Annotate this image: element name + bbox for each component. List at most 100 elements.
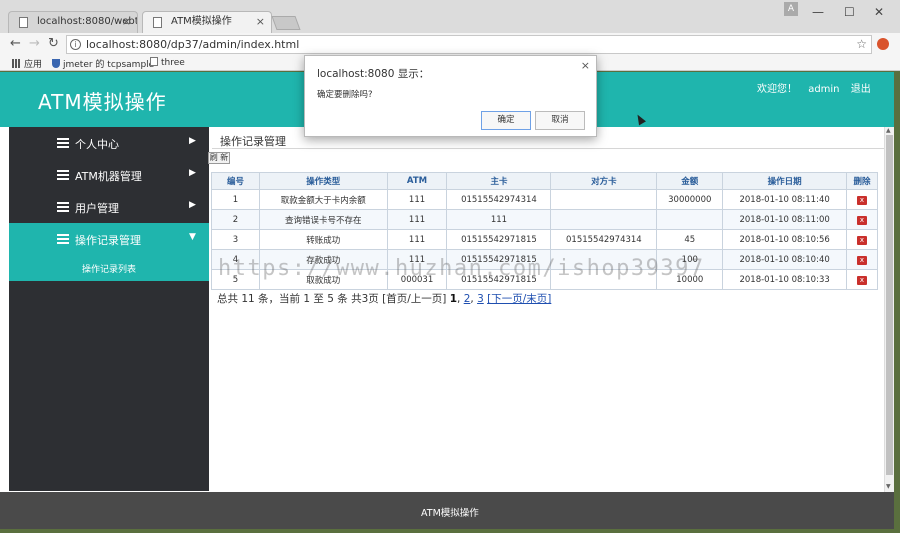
cell-id: 1 <box>211 189 260 210</box>
bookmark-apps[interactable]: 应用 <box>12 57 42 70</box>
cell-delete: x <box>846 229 878 250</box>
submenu-label: 操作记录列表 <box>82 265 137 275</box>
cell-main-card: 01515542971815 <box>446 229 552 250</box>
delete-icon[interactable]: x <box>857 235 867 245</box>
cell-main-card: 01515542974314 <box>446 189 552 210</box>
shield-icon <box>52 59 60 68</box>
cell-other-card: 01515542974314 <box>550 229 658 250</box>
cell-id: 3 <box>211 229 260 250</box>
cell-amount: 45 <box>656 229 724 250</box>
maximize-icon[interactable]: ☐ <box>844 5 855 19</box>
pagination-next[interactable]: [下一页/末页] <box>487 293 551 305</box>
sidebar-item-label: ATM机器管理 <box>75 170 142 183</box>
minimize-icon[interactable]: — <box>812 5 824 19</box>
sidebar-item-operation-records[interactable]: 操作记录管理 ▼ <box>9 223 209 255</box>
cell-delete: x <box>846 269 878 290</box>
tab-webtop[interactable]: localhost:8080/webto × <box>8 11 138 33</box>
address-bar[interactable]: i localhost:8080/dp37/admin/index.html ☆ <box>66 35 872 54</box>
stack-icon <box>57 234 69 244</box>
cell-amount <box>656 209 724 230</box>
column-header: 操作类型 <box>258 172 388 190</box>
cell-delete: x <box>846 189 878 210</box>
page-scrollbar[interactable]: ▲ ▼ <box>884 127 894 492</box>
welcome-text: 欢迎您！ <box>757 84 797 95</box>
page-icon <box>150 57 158 66</box>
column-header: 金额 <box>656 172 724 190</box>
sidebar-item-personal-center[interactable]: 个人中心 ▶ <box>9 127 209 159</box>
forward-icon[interactable]: → <box>29 36 40 51</box>
column-header: 删除 <box>846 172 878 190</box>
sidebar-item-label: 操作记录管理 <box>75 234 141 247</box>
scroll-up-icon[interactable]: ▲ <box>886 127 891 134</box>
url-text: localhost:8080/dp37/admin/index.html <box>86 38 300 51</box>
confirm-dialog: localhost:8080 显示： × 确定要删除吗? 确定 取消 <box>304 55 597 137</box>
column-header: ATM <box>386 172 448 190</box>
cell-other-card <box>550 189 658 210</box>
cell-date: 2018-01-10 08:11:40 <box>722 189 848 210</box>
cell-type: 取款金额大于卡内余额 <box>258 189 388 210</box>
scrollbar-thumb[interactable] <box>886 135 893 475</box>
page-icon <box>19 17 28 28</box>
reload-icon[interactable]: ↻ <box>48 36 59 51</box>
pagination-page-2[interactable]: 2 <box>464 293 471 305</box>
ok-button[interactable]: 确定 <box>481 111 531 130</box>
cell-amount: 30000000 <box>656 189 724 210</box>
cancel-button[interactable]: 取消 <box>535 111 585 130</box>
sidebar: 个人中心 ▶ ATM机器管理 ▶ 用户管理 ▶ 操作记录管理 ▼ 操作记录列表 <box>9 127 209 491</box>
pagination: 总共 11 条，当前 1 至 5 条 共3页 [首页/上一页] 1, 2, 3 … <box>217 293 552 305</box>
extension-icon[interactable] <box>877 38 889 50</box>
info-icon[interactable]: i <box>70 39 81 50</box>
back-icon[interactable]: ← <box>10 36 21 51</box>
delete-icon[interactable]: x <box>857 215 867 225</box>
cell-type: 查询错误卡号不存在 <box>258 209 388 230</box>
username[interactable]: admin <box>808 84 839 95</box>
user-nav: 欢迎您！ admin 退出 <box>757 80 879 95</box>
scroll-down-icon[interactable]: ▼ <box>886 483 891 490</box>
close-icon[interactable]: × <box>581 59 590 72</box>
delete-icon[interactable]: x <box>857 195 867 205</box>
submenu-operation-list[interactable]: 操作记录列表 <box>9 255 209 281</box>
watermark: https://www.huzhan.com/ishop39397 <box>218 256 705 281</box>
pagination-summary: 总共 11 条，当前 1 至 5 条 共3页 <box>217 293 379 305</box>
profile-icon[interactable]: A <box>784 2 798 16</box>
cell-other-card <box>550 209 658 230</box>
stack-icon <box>57 170 69 180</box>
new-tab-button[interactable] <box>271 16 301 30</box>
cell-main-card: 111 <box>446 209 552 230</box>
bookmark-jmeter[interactable]: jmeter 的 tcpsample <box>52 57 154 70</box>
app-logo: ATM模拟操作 <box>38 90 167 114</box>
column-header: 操作日期 <box>722 172 848 190</box>
dialog-title: localhost:8080 显示： <box>317 68 430 80</box>
pagination-page-3[interactable]: 3 <box>477 293 484 305</box>
tab-atm[interactable]: ATM模拟操作 × <box>142 11 272 33</box>
star-icon[interactable]: ☆ <box>856 37 867 51</box>
table-row: 3 转账成功 111 01515542971815 01515542974314… <box>211 229 878 250</box>
refresh-button[interactable]: 刷 新 <box>208 152 230 164</box>
delete-icon[interactable]: x <box>857 275 867 285</box>
apps-icon <box>12 59 21 68</box>
footer-text: ATM模拟操作 <box>421 508 479 519</box>
cell-date: 2018-01-10 08:10:33 <box>722 269 848 290</box>
pagination-current: 1 <box>449 293 457 305</box>
stack-icon <box>57 138 69 148</box>
cell-atm: 111 <box>386 229 448 250</box>
close-icon[interactable]: × <box>256 12 265 32</box>
chevron-right-icon: ▶ <box>189 136 196 146</box>
dialog-message: 确定要删除吗? <box>317 90 373 100</box>
table-row: 2 查询错误卡号不存在 111 111 2018-01-10 08:11:00 … <box>211 209 878 230</box>
delete-icon[interactable]: x <box>857 255 867 265</box>
close-icon[interactable]: × <box>122 12 131 32</box>
chevron-right-icon: ▶ <box>189 200 196 210</box>
app-footer: ATM模拟操作 <box>0 492 894 529</box>
logout-link[interactable]: 退出 <box>851 84 871 95</box>
sidebar-item-atm-management[interactable]: ATM机器管理 ▶ <box>9 159 209 191</box>
cell-date: 2018-01-10 08:11:00 <box>722 209 848 230</box>
column-header: 主卡 <box>446 172 552 190</box>
window-close-icon[interactable]: ✕ <box>874 5 884 19</box>
browser-toolbar: ← → ↻ i localhost:8080/dp37/admin/index.… <box>0 33 900 56</box>
cell-type: 转账成功 <box>258 229 388 250</box>
column-header: 对方卡 <box>550 172 658 190</box>
bookmark-three[interactable]: three <box>150 57 185 68</box>
page-icon <box>153 17 162 28</box>
sidebar-item-user-management[interactable]: 用户管理 ▶ <box>9 191 209 223</box>
